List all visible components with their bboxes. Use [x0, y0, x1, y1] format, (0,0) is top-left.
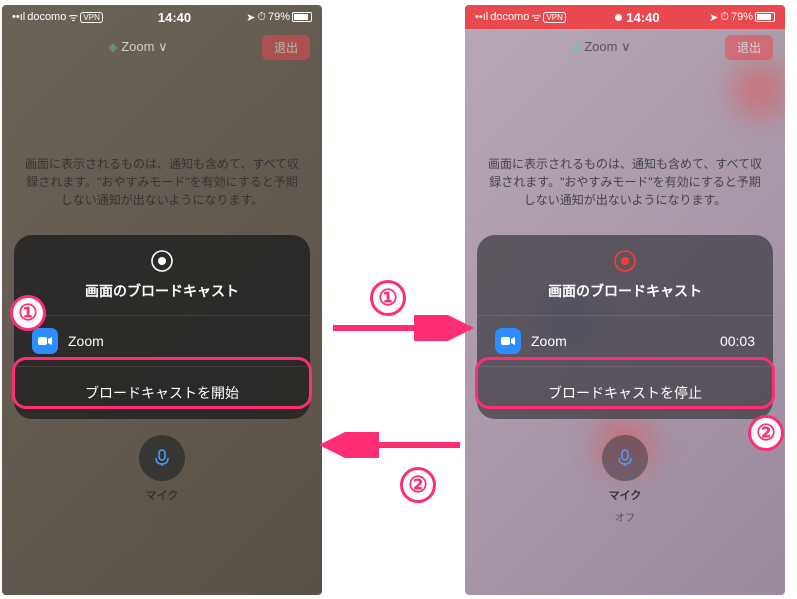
mic-section: マイク オフ: [465, 435, 785, 524]
shield-icon: ◆: [108, 40, 117, 54]
mic-section: マイク オフ: [2, 435, 322, 524]
broadcast-title: 画面のブロードキャスト: [14, 281, 310, 301]
exit-button[interactable]: 退出: [725, 35, 773, 60]
app-title: Zoom ∨: [121, 39, 167, 54]
record-icon-active: [477, 249, 773, 273]
carrier: docomo: [27, 11, 66, 23]
alarm-icon: ⏱: [720, 11, 729, 24]
shield-icon: ◆: [571, 40, 580, 54]
record-icon: [14, 249, 310, 273]
signal-icon: ••ıl: [12, 11, 25, 23]
annotation-badge-2: ②: [400, 467, 436, 503]
screenshot-after: ••ıl docomo ᯤ VPN 14:40 ➤ ⏱ 79% ◆ Zoom ∨…: [465, 5, 785, 595]
battery-icon: [292, 12, 312, 22]
wifi-icon: ᯤ: [68, 10, 78, 25]
status-bar-recording: ••ıl docomo ᯤ VPN 14:40 ➤ ⏱ 79%: [465, 5, 785, 29]
annotation-badge-2: ②: [748, 415, 784, 451]
signal-icon: ••ıl: [475, 11, 488, 23]
annotation-badge-1: ①: [10, 295, 46, 331]
screenshot-before: ••ıl docomo ᯤ VPN 14:40 ➤ ⏱ 79% ◆ Zoom ∨…: [2, 5, 322, 595]
info-text: 画面に表示されるものは、通知も含めて、すべて収録されます。"おやすみモード"を有…: [465, 155, 785, 209]
broadcast-title: 画面のブロードキャスト: [477, 281, 773, 301]
arrow-right: [333, 315, 483, 341]
battery-text: 79%: [268, 11, 290, 23]
mic-toggle[interactable]: [602, 435, 648, 481]
battery-icon: [755, 12, 775, 22]
vpn-badge: VPN: [543, 12, 565, 23]
nav-icon: ➤: [246, 11, 255, 24]
app-title: Zoom ∨: [584, 39, 630, 54]
mic-label: マイク: [609, 487, 642, 503]
nav-icon: ➤: [709, 11, 718, 24]
status-bar: ••ıl docomo ᯤ VPN 14:40 ➤ ⏱ 79%: [2, 5, 322, 29]
clock: 14:40: [626, 10, 659, 25]
vpn-badge: VPN: [80, 12, 102, 23]
zoom-header: ◆ Zoom ∨ 退出: [2, 29, 322, 65]
alarm-icon: ⏱: [257, 11, 266, 24]
annotation-badge-1: ①: [370, 280, 406, 316]
wifi-icon: ᯤ: [531, 10, 541, 25]
zoom-label: Zoom: [531, 333, 710, 349]
broadcast-timer: 00:03: [720, 333, 755, 349]
battery-text: 79%: [731, 11, 753, 23]
info-text: 画面に表示されるものは、通知も含めて、すべて収録されます。"おやすみモード"を有…: [2, 155, 322, 209]
clock: 14:40: [158, 10, 191, 25]
mic-state: オフ: [615, 509, 635, 524]
zoom-icon: [495, 328, 521, 354]
mic-toggle[interactable]: [139, 435, 185, 481]
highlight-start-button: [12, 357, 312, 409]
arrow-left: [310, 432, 460, 458]
zoom-icon: [32, 328, 58, 354]
carrier: docomo: [490, 11, 529, 23]
mic-icon: [152, 448, 172, 468]
recording-indicator[interactable]: 14:40: [615, 10, 659, 25]
highlight-stop-button: [475, 357, 775, 409]
rec-dot-icon: [615, 14, 622, 21]
exit-button[interactable]: 退出: [262, 35, 310, 60]
zoom-label: Zoom: [68, 333, 292, 349]
mic-state: オフ: [152, 509, 172, 524]
mic-label: マイク: [146, 487, 179, 503]
mic-icon: [615, 448, 635, 468]
